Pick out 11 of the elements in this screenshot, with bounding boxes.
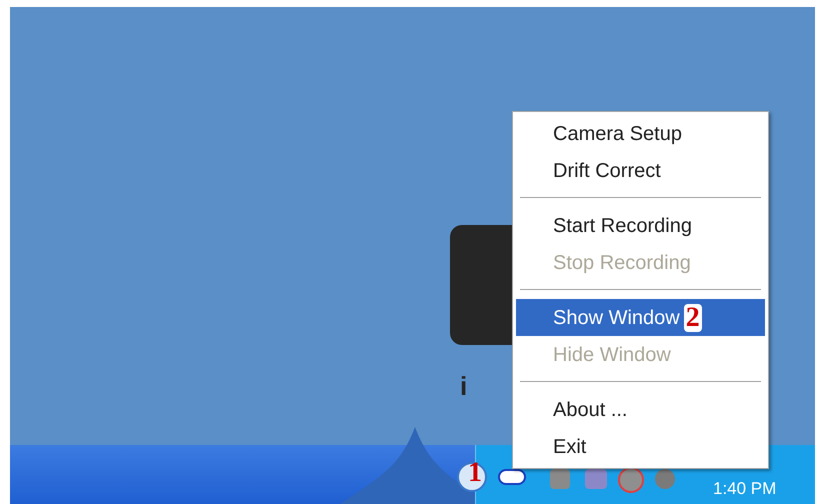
clock: 1:40 PM	[713, 480, 776, 497]
eye-icon[interactable]	[498, 469, 526, 485]
step-marker: 1	[468, 459, 482, 487]
menu-item[interactable]: About ...	[516, 391, 765, 428]
menu-item[interactable]: Start Recording	[516, 207, 765, 244]
step-marker: 2	[684, 304, 702, 332]
menu-item[interactable]: Drift Correct	[516, 152, 765, 189]
logo-text: i	[460, 370, 482, 403]
menu-item[interactable]: Camera Setup	[516, 115, 765, 152]
menu-item[interactable]: Exit	[516, 428, 765, 465]
menu-item[interactable]: Show Window 2	[516, 299, 765, 336]
